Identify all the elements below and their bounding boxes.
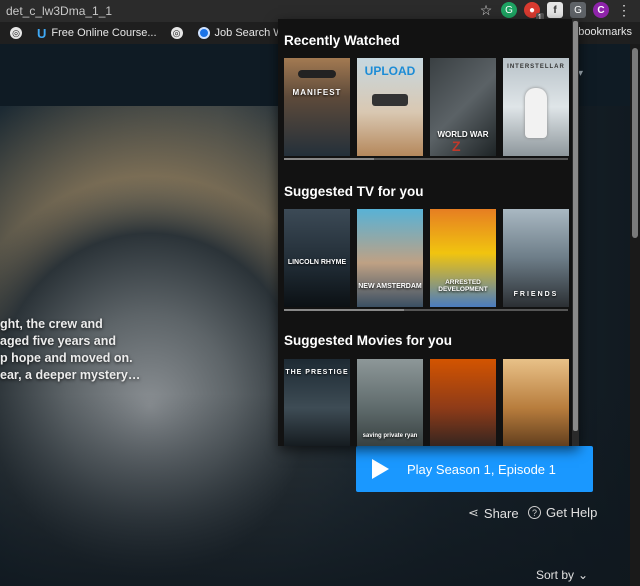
globe-icon: ◎	[170, 27, 183, 39]
play-button-label: Play Season 1, Episode 1	[407, 461, 556, 477]
google-extension-icon[interactable]: G	[570, 2, 586, 18]
astronaut-graphic	[525, 88, 547, 138]
grammarly-extension-icon[interactable]: G	[501, 2, 517, 18]
globe-icon: ◎	[10, 27, 22, 39]
share-label: Share	[483, 505, 519, 521]
poster-world-war-z[interactable]: WORLD WAR Z	[430, 58, 496, 156]
poster-friends[interactable]: FRIENDS	[503, 209, 569, 307]
scrollbar-thumb[interactable]	[632, 48, 638, 238]
get-help-button[interactable]: ? Get Help	[528, 505, 597, 520]
poster-saving-private-ryan[interactable]: saving private ryan	[357, 359, 423, 446]
poster-the-prestige[interactable]: THE PRESTIGE	[284, 359, 350, 446]
chevron-down-icon: ⌄	[578, 568, 589, 582]
section-title-suggested-tv: Suggested TV for you	[284, 184, 424, 199]
get-help-label: Get Help	[546, 505, 598, 520]
panel-scrollbar[interactable]	[572, 19, 579, 446]
job-icon	[197, 27, 210, 39]
poster-new-amsterdam[interactable]: NEW AMSTERDAM	[357, 209, 423, 307]
play-episode-button[interactable]: Play Season 1, Episode 1	[356, 446, 593, 492]
vr-headset-graphic	[372, 94, 408, 106]
play-icon	[372, 459, 389, 479]
help-icon: ?	[528, 506, 541, 519]
share-button[interactable]: ⋖ Share	[468, 505, 519, 521]
row-scroll-indicator	[284, 158, 568, 160]
poster-lincoln-rhyme[interactable]: LINCOLN RHYME	[284, 209, 350, 307]
section-title-recently-watched: Recently Watched	[284, 33, 400, 48]
url-text[interactable]: det_c_lw3Dma_1_1	[6, 4, 112, 18]
udacity-icon: U	[37, 25, 47, 41]
poster-arrested-development[interactable]: ARRESTED DEVELOPMENT	[430, 209, 496, 307]
profile-avatar[interactable]: C	[593, 2, 609, 18]
bookmark-item[interactable]: ◎	[170, 27, 188, 39]
bookmark-item[interactable]: ◎	[10, 27, 27, 39]
recently-watched-row: MANIFEST UPLOAD WORLD WAR Z INTERSTELLAR	[284, 58, 569, 156]
share-icon: ⋖	[468, 505, 479, 520]
row-scroll-indicator	[284, 309, 568, 311]
page-scrollbar[interactable]	[630, 44, 640, 586]
episode-synopsis: ght, the crew and aged five years and p …	[0, 317, 141, 382]
poster-upload[interactable]: UPLOAD	[357, 58, 423, 156]
section-title-suggested-movies: Suggested Movies for you	[284, 333, 453, 348]
suggested-movies-row: THE PRESTIGE saving private ryan	[284, 359, 569, 446]
poster-braveheart[interactable]	[430, 359, 496, 446]
facebook-extension-icon[interactable]: f	[547, 2, 563, 18]
sort-by-label: Sort by	[536, 568, 575, 582]
panel-scrollbar-thumb[interactable]	[573, 21, 578, 431]
poster-indiana-jones[interactable]	[503, 359, 569, 446]
suggested-tv-row: LINCOLN RHYME NEW AMSTERDAM ARRESTED DEV…	[284, 209, 569, 307]
extension-icon[interactable]: ● 1	[524, 2, 544, 22]
browser-toolbar-icons: ☆ G ● 1 f G C ⋮	[478, 2, 632, 22]
plane-graphic	[298, 70, 336, 78]
z-logo-graphic: Z	[452, 138, 461, 154]
watchlist-dropdown-panel: Recently Watched MANIFEST UPLOAD WORLD W…	[278, 19, 579, 446]
browser-menu-icon[interactable]: ⋮	[616, 2, 632, 18]
bookmark-star-icon[interactable]: ☆	[478, 2, 494, 18]
poster-interstellar[interactable]: INTERSTELLAR	[503, 58, 569, 156]
poster-manifest[interactable]: MANIFEST	[284, 58, 350, 156]
sort-by-dropdown[interactable]: Sort by ⌄	[536, 568, 588, 582]
bookmark-free-online-courses[interactable]: U Free Online Course...	[37, 26, 157, 41]
